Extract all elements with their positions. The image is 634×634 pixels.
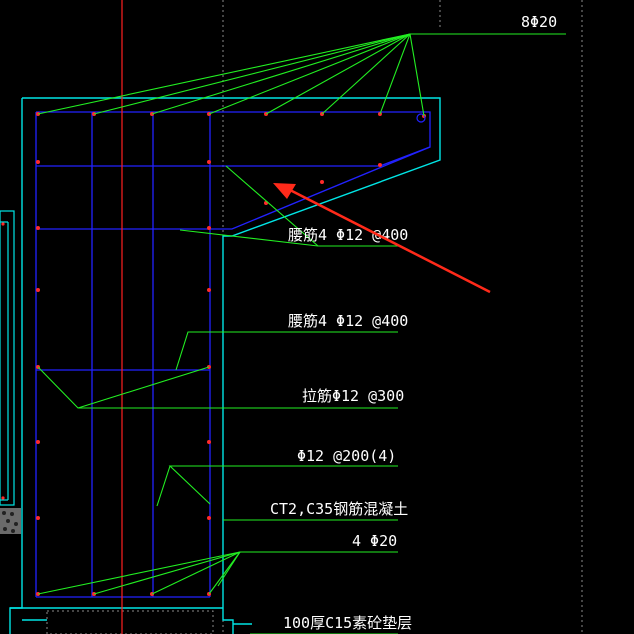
rebar-dots (1, 112, 426, 596)
adjacent-wall (0, 210, 15, 506)
label-stirrup: Φ12 @200(4) (297, 447, 396, 465)
cad-drawing: 8Φ20 腰筋4 Φ12 @400 腰筋4 Φ12 @400 拉筋Φ12 @30… (0, 0, 583, 634)
label-top-rebar: 8Φ20 (521, 13, 557, 31)
label-waist-bar-2: 腰筋4 Φ12 @400 (288, 312, 408, 330)
labels: 8Φ20 腰筋4 Φ12 @400 腰筋4 Φ12 @400 拉筋Φ12 @30… (270, 13, 557, 632)
leader-lines (37, 33, 566, 634)
label-tie-bar: 拉筋Φ12 @300 (302, 387, 404, 405)
label-cushion: 100厚C15素砼垫层 (283, 614, 412, 632)
label-concrete: CT2,C35钢筋混凝土 (270, 500, 408, 518)
label-bottom-rebar: 4 Φ20 (352, 532, 397, 550)
gravel-hatch (0, 508, 21, 534)
concrete-outline (9, 97, 441, 634)
